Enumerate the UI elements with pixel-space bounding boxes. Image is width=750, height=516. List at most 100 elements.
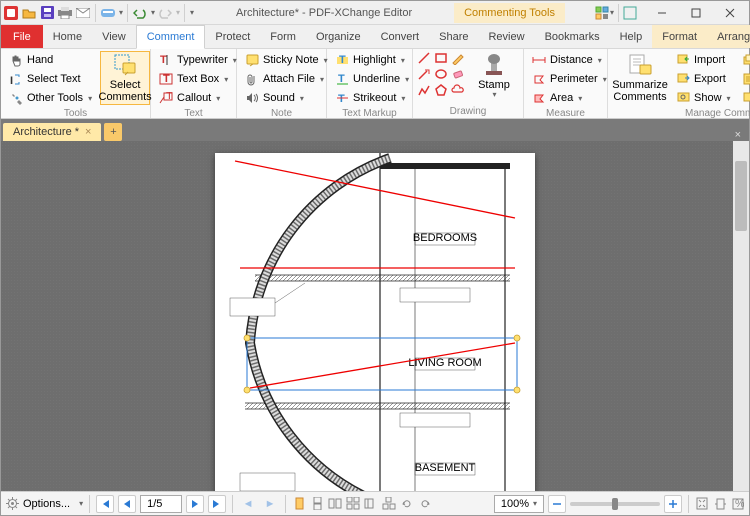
eraser-button[interactable] [451,67,465,81]
chevron-down-icon[interactable]: ▾ [119,8,123,17]
stamp-button[interactable]: Stamp ▾ [469,51,519,102]
maximize-button[interactable] [679,2,713,24]
scan-icon[interactable] [100,5,116,21]
textbox-label: Text Box [177,73,219,85]
zoom-slider-thumb[interactable] [612,498,618,510]
fullscreen-icon[interactable] [623,6,637,20]
actual-size-button[interactable]: % [731,497,745,511]
options-button[interactable]: Options... [23,498,74,510]
gear-icon[interactable] [5,497,19,511]
tab-share[interactable]: Share [429,25,478,48]
document-tab[interactable]: Architecture *× [3,123,101,141]
print-icon[interactable] [57,5,73,21]
highlight-button[interactable]: THighlight▾ [331,51,413,69]
flatten-comments-button[interactable]: Flatten [739,51,750,69]
fit-page-button[interactable] [695,497,709,511]
new-tab-button[interactable]: + [104,123,122,141]
first-page-button[interactable] [96,495,114,513]
textbox-button[interactable]: TText Box▾ [155,70,241,88]
rotate-ccw-button[interactable] [400,497,414,511]
tab-protect[interactable]: Protect [205,25,260,48]
polyline-shape-button[interactable] [417,83,431,97]
zoom-level-label: 100% [501,498,529,510]
tab-bookmarks[interactable]: Bookmarks [535,25,610,48]
underline-button[interactable]: TUnderline▾ [331,70,413,88]
chevron-down-icon[interactable]: ▾ [151,8,155,17]
chevron-down-icon[interactable]: ▾ [176,8,180,17]
redo-icon[interactable] [157,5,173,21]
email-icon[interactable] [75,5,91,21]
distance-button[interactable]: Distance▾ [528,51,611,69]
area-button[interactable]: Area▾ [528,89,611,107]
layout-single-button[interactable] [292,497,306,511]
tab-comment[interactable]: Comment [136,25,206,49]
chevron-down-icon[interactable]: ▾ [610,8,614,17]
close-panel-button[interactable]: × [729,129,747,141]
comments-list-button[interactable]: Comments List [739,70,750,88]
tab-view[interactable]: View [92,25,136,48]
zoom-level-input[interactable]: 100%▾ [494,495,544,513]
comment-styles-button[interactable]: Comment Styles [739,89,750,107]
layout-book-button[interactable] [364,497,378,511]
rect-shape-button[interactable] [434,51,448,65]
nav-back-button[interactable]: ◄ [239,495,257,513]
attach-file-button[interactable]: Attach File▾ [241,70,332,88]
callout-button[interactable]: TCallout▾ [155,89,241,107]
layout-book-continuous-button[interactable] [382,497,396,511]
sound-button[interactable]: Sound▾ [241,89,332,107]
vertical-scrollbar[interactable] [733,141,749,491]
sticky-note-button[interactable]: Sticky Note▾ [241,51,332,69]
export-comments-button[interactable]: Export [672,70,735,88]
layout-facing-continuous-button[interactable] [346,497,360,511]
tab-form[interactable]: Form [260,25,306,48]
tab-review[interactable]: Review [478,25,534,48]
tab-convert[interactable]: Convert [371,25,430,48]
open-icon[interactable] [21,5,37,21]
zoom-out-button[interactable] [548,495,566,513]
undo-icon[interactable] [132,5,148,21]
tab-help[interactable]: Help [610,25,653,48]
tab-organize[interactable]: Organize [306,25,371,48]
perimeter-button[interactable]: Perimeter▾ [528,70,611,88]
tab-arrange[interactable]: Arrange [707,25,750,48]
polygon-shape-button[interactable] [434,83,448,97]
tab-home[interactable]: Home [43,25,92,48]
cloud-shape-button[interactable] [451,83,465,97]
close-button[interactable] [713,2,747,24]
zoom-in-button[interactable] [664,495,682,513]
select-text-button[interactable]: ISelect Text [5,70,96,88]
summarize-comments-button[interactable]: Summarize Comments [612,51,668,105]
import-comments-button[interactable]: Import [672,51,735,69]
oval-shape-button[interactable] [434,67,448,81]
other-tools-button[interactable]: Other Tools▾ [5,89,96,107]
page-canvas[interactable]: BEDROOMS LIVING ROOM BASEMENT [215,153,535,491]
document-viewport[interactable]: BEDROOMS LIVING ROOM BASEMENT [1,141,749,491]
sticky-note-icon [245,53,259,67]
nav-forward-button[interactable]: ► [261,495,279,513]
line-shape-button[interactable] [417,51,431,65]
close-tab-icon[interactable]: × [85,126,91,138]
select-comments-button[interactable]: Select Comments [100,51,150,105]
ui-options-icon[interactable] [595,6,609,20]
prev-page-button[interactable] [118,495,136,513]
next-page-button[interactable] [186,495,204,513]
arrow-shape-button[interactable] [417,67,431,81]
tab-file[interactable]: File [1,25,43,48]
fit-width-button[interactable] [713,497,727,511]
page-number-input[interactable]: 1/5 [140,495,182,513]
tab-format[interactable]: Format [652,25,707,48]
save-icon[interactable] [39,5,55,21]
minimize-button[interactable] [645,2,679,24]
typewriter-button[interactable]: TTypewriter▾ [155,51,241,69]
scrollbar-thumb[interactable] [735,161,747,231]
chevron-down-icon[interactable]: ▾ [79,499,83,508]
pencil-shape-button[interactable] [451,51,465,65]
last-page-button[interactable] [208,495,226,513]
layout-facing-button[interactable] [328,497,342,511]
zoom-slider[interactable] [570,502,660,506]
hand-tool-button[interactable]: Hand [5,51,96,69]
strikeout-button[interactable]: TStrikeout▾ [331,89,413,107]
show-comments-button[interactable]: Show▾ [672,89,735,107]
rotate-cw-button[interactable] [418,497,432,511]
layout-continuous-button[interactable] [310,497,324,511]
